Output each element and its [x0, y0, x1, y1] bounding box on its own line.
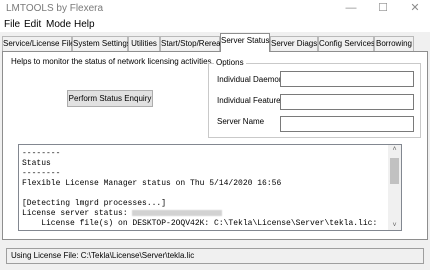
status-output-textbox[interactable]: -------- Status -------- Flexible Licens…: [18, 144, 402, 231]
panel-description: Helps to monitor the status of network l…: [11, 57, 212, 66]
status-bar: Using License File: C:\Tekla\License\Ser…: [6, 248, 424, 264]
status-output-text: -------- Status -------- Flexible Licens…: [22, 149, 378, 228]
tab-borrowing[interactable]: Borrowing: [374, 36, 414, 51]
tab-system-settings[interactable]: System Settings: [72, 36, 131, 51]
menu-mode[interactable]: Mode: [46, 19, 71, 30]
minimize-button[interactable]: —: [340, 1, 362, 15]
scroll-down-arrow-icon[interactable]: ˅: [388, 222, 401, 229]
menu-help[interactable]: Help: [74, 19, 95, 30]
scrollbar-thumb[interactable]: [390, 158, 399, 184]
server-name-label: Server Name: [217, 117, 265, 126]
tab-config-services[interactable]: Config Services: [318, 36, 375, 51]
redacted-server-name: [132, 209, 223, 216]
tab-server-diags[interactable]: Server Diags: [270, 36, 318, 51]
tab-server-status[interactable]: Server Status: [220, 33, 270, 52]
menu-edit[interactable]: Edit: [24, 19, 41, 30]
menu-bar: File Edit Mode Help: [0, 17, 430, 32]
individual-feature-label: Individual Feature: [217, 96, 281, 105]
tab-utilities[interactable]: Utilities: [128, 36, 160, 51]
tab-service-license-file[interactable]: Service/License File: [2, 36, 75, 51]
output-vertical-scrollbar[interactable]: ˄ ˅: [388, 145, 401, 230]
individual-feature-input[interactable]: [280, 94, 414, 110]
perform-status-enquiry-button[interactable]: Perform Status Enquiry: [67, 90, 153, 107]
individual-daemon-input[interactable]: [280, 71, 414, 87]
scroll-up-arrow-icon[interactable]: ˄: [388, 146, 401, 153]
individual-daemon-label: Individual Daemon: [217, 75, 284, 84]
server-name-input[interactable]: [280, 116, 414, 132]
window-title: LMTOOLS by Flexera: [6, 3, 104, 14]
close-button[interactable]: ✕: [404, 1, 426, 15]
maximize-button[interactable]: ☐: [372, 1, 394, 15]
title-bar: LMTOOLS by Flexera — ☐ ✕: [0, 0, 430, 17]
options-group: Options Individual Daemon Individual Fea…: [208, 58, 421, 138]
tab-start-stop-reread[interactable]: Start/Stop/Reread: [160, 36, 225, 51]
options-legend: Options: [214, 58, 246, 67]
server-status-panel: Helps to monitor the status of network l…: [2, 51, 428, 240]
menu-file[interactable]: File: [4, 19, 20, 30]
